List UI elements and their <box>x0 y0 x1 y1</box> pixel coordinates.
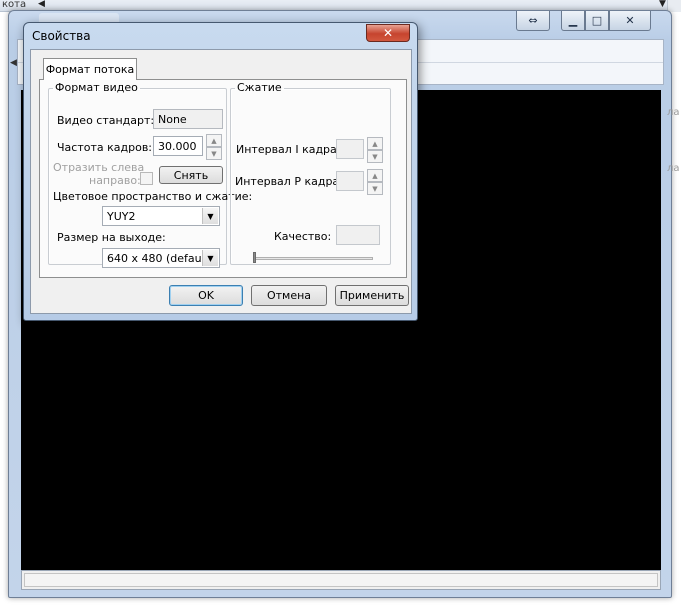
spin-down-icon[interactable]: ▼ <box>367 150 383 163</box>
spin-down-icon[interactable]: ▼ <box>206 147 222 160</box>
chevron-down-icon[interactable]: ▼ <box>202 250 218 266</box>
minimize-icon: ▁ <box>568 14 578 27</box>
spin-up-icon[interactable]: ▲ <box>206 134 222 147</box>
maximize-button[interactable]: □ <box>585 11 609 31</box>
video-format-legend: Формат видео <box>55 81 138 94</box>
scroll-left-icon[interactable]: ◀ <box>38 0 45 9</box>
spin-down-icon[interactable]: ▼ <box>367 182 383 195</box>
i-frame-interval-label: Интервал I кадра: <box>236 143 341 156</box>
video-standard-label: Видео стандарт: <box>57 114 155 127</box>
breadcrumb: кота <box>2 0 27 10</box>
output-size-label: Размер на выходе: <box>57 231 166 244</box>
p-frame-spinner[interactable]: ▲ ▼ <box>367 169 383 195</box>
properties-dialog: Свойства ✕ Формат потока Формат видео Ви… <box>23 22 418 321</box>
mirror-checkbox[interactable] <box>140 172 153 185</box>
status-bar-panel <box>24 573 658 587</box>
frame-rate-input[interactable]: 30.000 <box>153 136 203 156</box>
window-close-button[interactable]: ✕ <box>609 11 651 31</box>
scroll-down-icon[interactable]: ▼ <box>659 0 666 9</box>
color-space-select[interactable]: YUY2 ▼ <box>102 206 220 226</box>
minimize-button[interactable]: ▁ <box>561 11 585 31</box>
tab-stream-format[interactable]: Формат потока <box>43 58 137 80</box>
video-standard-field: None <box>153 109 223 129</box>
close-icon: ✕ <box>382 26 394 40</box>
spin-up-icon[interactable]: ▲ <box>367 169 383 182</box>
dialog-body: Формат потока Формат видео Видео стандар… <box>30 49 412 314</box>
quality-slider-track[interactable] <box>253 257 373 260</box>
p-frame-interval-input[interactable] <box>336 171 364 191</box>
ok-button[interactable]: OK <box>169 285 243 306</box>
snapshot-button[interactable]: Снять <box>159 166 223 184</box>
color-space-value: YUY2 <box>107 210 136 223</box>
toolbar-arrow-icon[interactable]: ◀ <box>10 58 17 68</box>
output-size-select[interactable]: 640 x 480 (default) ▼ <box>102 248 220 268</box>
tab-page: Формат видео Видео стандарт: None Частот… <box>39 79 407 278</box>
output-size-value: 640 x 480 (default) <box>107 252 214 265</box>
chevron-down-icon[interactable]: ▼ <box>202 208 218 224</box>
cancel-button[interactable]: Отмена <box>251 285 327 306</box>
quality-slider-thumb[interactable] <box>253 252 256 263</box>
mirror-label-2: направо: <box>89 174 141 187</box>
maximize-icon: □ <box>591 14 603 27</box>
compression-group: Сжатие Интервал I кадра: ▲ ▼ Интервал P … <box>230 82 391 265</box>
i-frame-spinner[interactable]: ▲ ▼ <box>367 137 383 163</box>
frame-rate-label: Частота кадров: <box>57 141 153 154</box>
dialog-title: Свойства <box>32 29 91 43</box>
mirror-label: Отразить слева <box>53 161 145 174</box>
side-text: ла <box>667 163 680 174</box>
apply-button[interactable]: Применить <box>335 285 409 306</box>
i-frame-interval-input[interactable] <box>336 139 364 159</box>
double-arrow-icon: ⇔ <box>528 14 538 27</box>
quality-input[interactable] <box>336 225 380 245</box>
close-icon: ✕ <box>625 14 635 27</box>
frame-rate-spinner[interactable]: ▲ ▼ <box>206 134 222 160</box>
resize-button[interactable]: ⇔ <box>516 11 550 31</box>
color-space-label: Цветовое пространство и сжатие: <box>53 190 253 203</box>
p-frame-interval-label: Интервал P кадра: <box>235 175 343 188</box>
status-bar <box>21 570 661 590</box>
compression-legend: Сжатие <box>237 81 282 94</box>
dialog-close-button[interactable]: ✕ <box>366 24 410 42</box>
side-text: ла <box>667 107 680 118</box>
spin-up-icon[interactable]: ▲ <box>367 137 383 150</box>
video-format-group: Формат видео Видео стандарт: None Частот… <box>48 81 252 268</box>
quality-label: Качество: <box>274 230 332 243</box>
